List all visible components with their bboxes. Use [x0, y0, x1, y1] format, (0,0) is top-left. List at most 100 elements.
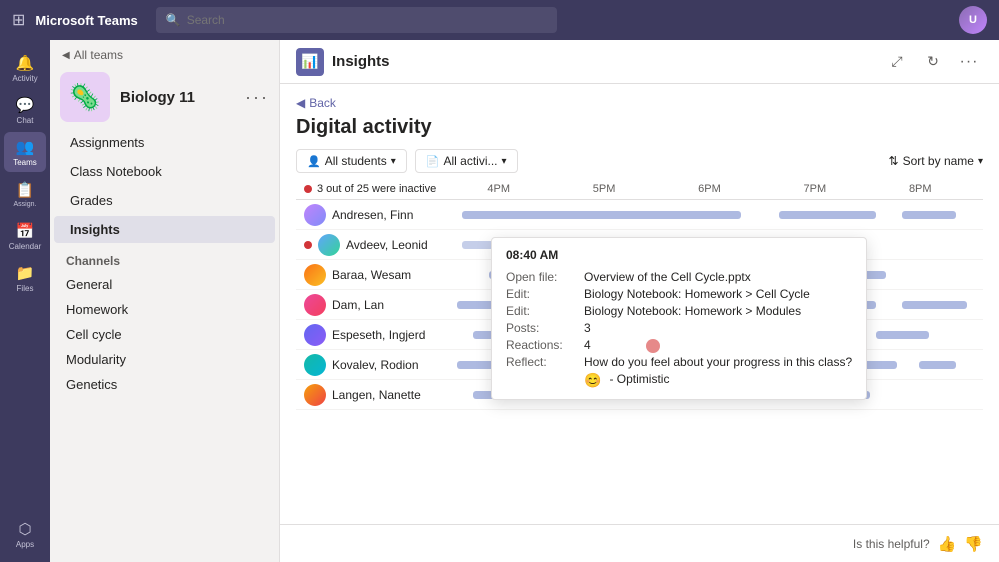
tooltip-edit1-value: Biology Notebook: Homework > Cell Cycle — [584, 287, 810, 301]
tooltip-posts-row: Posts: 3 — [506, 321, 852, 335]
channel-item-homework[interactable]: Homework — [50, 297, 279, 322]
activity-label: Activity — [12, 74, 37, 83]
back-label: Back — [309, 96, 336, 110]
tooltip-edit1-row: Edit: Biology Notebook: Homework > Cell … — [506, 287, 852, 301]
time-header-4pm: 4PM — [487, 183, 510, 195]
activity-tooltip: 08:40 AM Open file: Overview of the Cell… — [491, 237, 867, 400]
time-header-5pm: 5PM — [593, 183, 616, 195]
apps-label: Apps — [16, 540, 34, 549]
assignments-nav-label: Assign. — [14, 201, 37, 208]
team-info: 🦠 Biology 11 ··· — [50, 66, 279, 128]
app-title: Microsoft Teams — [35, 13, 137, 28]
thumbs-down-icon[interactable]: 👎 — [964, 535, 983, 553]
student-name: Langen, Nanette — [332, 388, 421, 402]
sort-chevron-icon: ▾ — [978, 156, 983, 167]
table-row: Andresen, Finn — [296, 200, 983, 230]
avatar — [304, 204, 326, 226]
all-students-label: All students — [325, 154, 387, 168]
all-teams-btn[interactable]: ◀ All teams — [50, 40, 279, 66]
channel-item-modularity[interactable]: Modularity — [50, 347, 279, 372]
sort-icon: ⇅ — [889, 154, 899, 168]
helpful-label: Is this helpful? — [853, 537, 930, 551]
nav-item-files[interactable]: 📁 Files — [4, 258, 46, 298]
chevron-left-icon: ◀ — [62, 50, 70, 61]
student-name: Avdeev, Leonid — [346, 238, 428, 252]
tooltip-posts-value: 3 — [584, 321, 591, 335]
student-name: Baraa, Wesam — [332, 268, 411, 282]
tooltip-reflect-row: Reflect: How do you feel about your prog… — [506, 355, 852, 369]
sidebar-nav-item-insights[interactable]: Insights — [54, 216, 275, 243]
avatar — [304, 354, 326, 376]
tooltip-time: 08:40 AM — [506, 248, 852, 262]
files-label: Files — [17, 284, 34, 293]
tooltip-reactions-row: Reactions: 4 — [506, 338, 852, 352]
time-header-6pm: 6PM — [698, 183, 721, 195]
team-menu-btn[interactable]: ··· — [245, 87, 269, 108]
tooltip-reflect-mood-row: 😊 - Optimistic — [506, 372, 852, 389]
tooltip-reflect-value: How do you feel about your progress in t… — [584, 355, 852, 369]
files-icon: 📁 — [16, 264, 35, 282]
grid-icon[interactable]: ⊞ — [12, 10, 25, 30]
user-avatar[interactable]: U — [959, 6, 987, 34]
inactive-dot — [304, 185, 312, 193]
insights-panel-title: Insights — [332, 53, 390, 70]
inactive-row-dot — [304, 241, 312, 249]
search-bar: 🔍 — [156, 7, 558, 33]
chat-label: Chat — [17, 116, 34, 125]
team-name: Biology 11 — [120, 89, 235, 106]
sort-by-button[interactable]: ⇅ Sort by name ▾ — [889, 154, 983, 168]
teams-icon: 👥 — [16, 138, 35, 156]
assignments-nav-icon: 📋 — [16, 181, 35, 199]
student-name: Kovalev, Rodion — [332, 358, 419, 372]
nav-item-teams[interactable]: 👥 Teams — [4, 132, 46, 172]
back-button[interactable]: ◀ Back — [296, 96, 983, 110]
tooltip-reactions-value: 4 — [584, 338, 591, 352]
calendar-label: Calendar — [9, 242, 41, 251]
avatar — [318, 234, 340, 256]
channel-item-general[interactable]: General — [50, 272, 279, 297]
thumbs-up-icon[interactable]: 👍 — [938, 535, 957, 553]
inactive-count-label: 3 out of 25 were inactive — [317, 183, 436, 195]
refresh-btn[interactable]: ↻ — [919, 48, 947, 76]
tooltip-open-file-label: Open file: — [506, 270, 576, 284]
tooltip-open-file-value: Overview of the Cell Cycle.pptx — [584, 270, 751, 284]
topbar: ⊞ Microsoft Teams 🔍 U — [0, 0, 999, 40]
app-nav: 🔔 Activity 💬 Chat 👥 Teams 📋 Assign. 📅 Ca… — [0, 40, 50, 562]
main-panel: 📊 Insights ⤢ ↻ ··· ◀ Back Digital activi… — [280, 40, 999, 562]
search-input[interactable] — [187, 13, 548, 27]
insights-header: 📊 Insights ⤢ ↻ ··· — [280, 40, 999, 84]
students-icon: 👤 — [307, 155, 321, 168]
activity-chevron-icon: ▾ — [502, 156, 507, 167]
avatar — [304, 324, 326, 346]
activity-filter-icon: 📄 — [426, 155, 440, 168]
all-students-filter[interactable]: 👤 All students ▾ — [296, 149, 407, 173]
all-teams-label: All teams — [74, 48, 123, 62]
chat-icon: 💬 — [16, 96, 35, 114]
calendar-icon: 📅 — [16, 222, 35, 240]
tooltip-edit2-label: Edit: — [506, 304, 576, 318]
sidebar-nav-item-class-notebook[interactable]: Class Notebook — [54, 158, 275, 185]
sidebar-nav-item-assignments[interactable]: Assignments — [54, 129, 275, 156]
all-activity-filter[interactable]: 📄 All activi... ▾ — [415, 149, 518, 173]
tooltip-edit2-row: Edit: Biology Notebook: Homework > Modul… — [506, 304, 852, 318]
tooltip-posts-label: Posts: — [506, 321, 576, 335]
sidebar-nav-item-grades[interactable]: Grades — [54, 187, 275, 214]
students-chevron-icon: ▾ — [391, 156, 396, 167]
inactive-banner: 3 out of 25 were inactive — [304, 183, 438, 195]
search-icon: 🔍 — [166, 13, 181, 27]
nav-item-assignments[interactable]: 📋 Assign. — [4, 174, 46, 214]
teams-label: Teams — [13, 158, 37, 167]
time-header-8pm: 8PM — [909, 183, 932, 195]
nav-item-chat[interactable]: 💬 Chat — [4, 90, 46, 130]
more-options-btn[interactable]: ··· — [955, 48, 983, 76]
expand-btn[interactable]: ⤢ — [883, 48, 911, 76]
nav-item-apps[interactable]: ⬡ Apps — [4, 514, 46, 554]
channel-item-genetics[interactable]: Genetics — [50, 372, 279, 397]
nav-item-calendar[interactable]: 📅 Calendar — [4, 216, 46, 256]
reflect-emoji: 😊 — [584, 372, 601, 389]
da-toolbar: 👤 All students ▾ 📄 All activi... ▾ ⇅ Sor… — [296, 149, 983, 173]
timeline-area: 3 out of 25 were inactive 4PM 5PM 6PM 7P… — [296, 179, 983, 524]
channel-item-cell-cycle[interactable]: Cell cycle — [50, 322, 279, 347]
apps-icon: ⬡ — [18, 520, 31, 538]
nav-item-activity[interactable]: 🔔 Activity — [4, 48, 46, 88]
